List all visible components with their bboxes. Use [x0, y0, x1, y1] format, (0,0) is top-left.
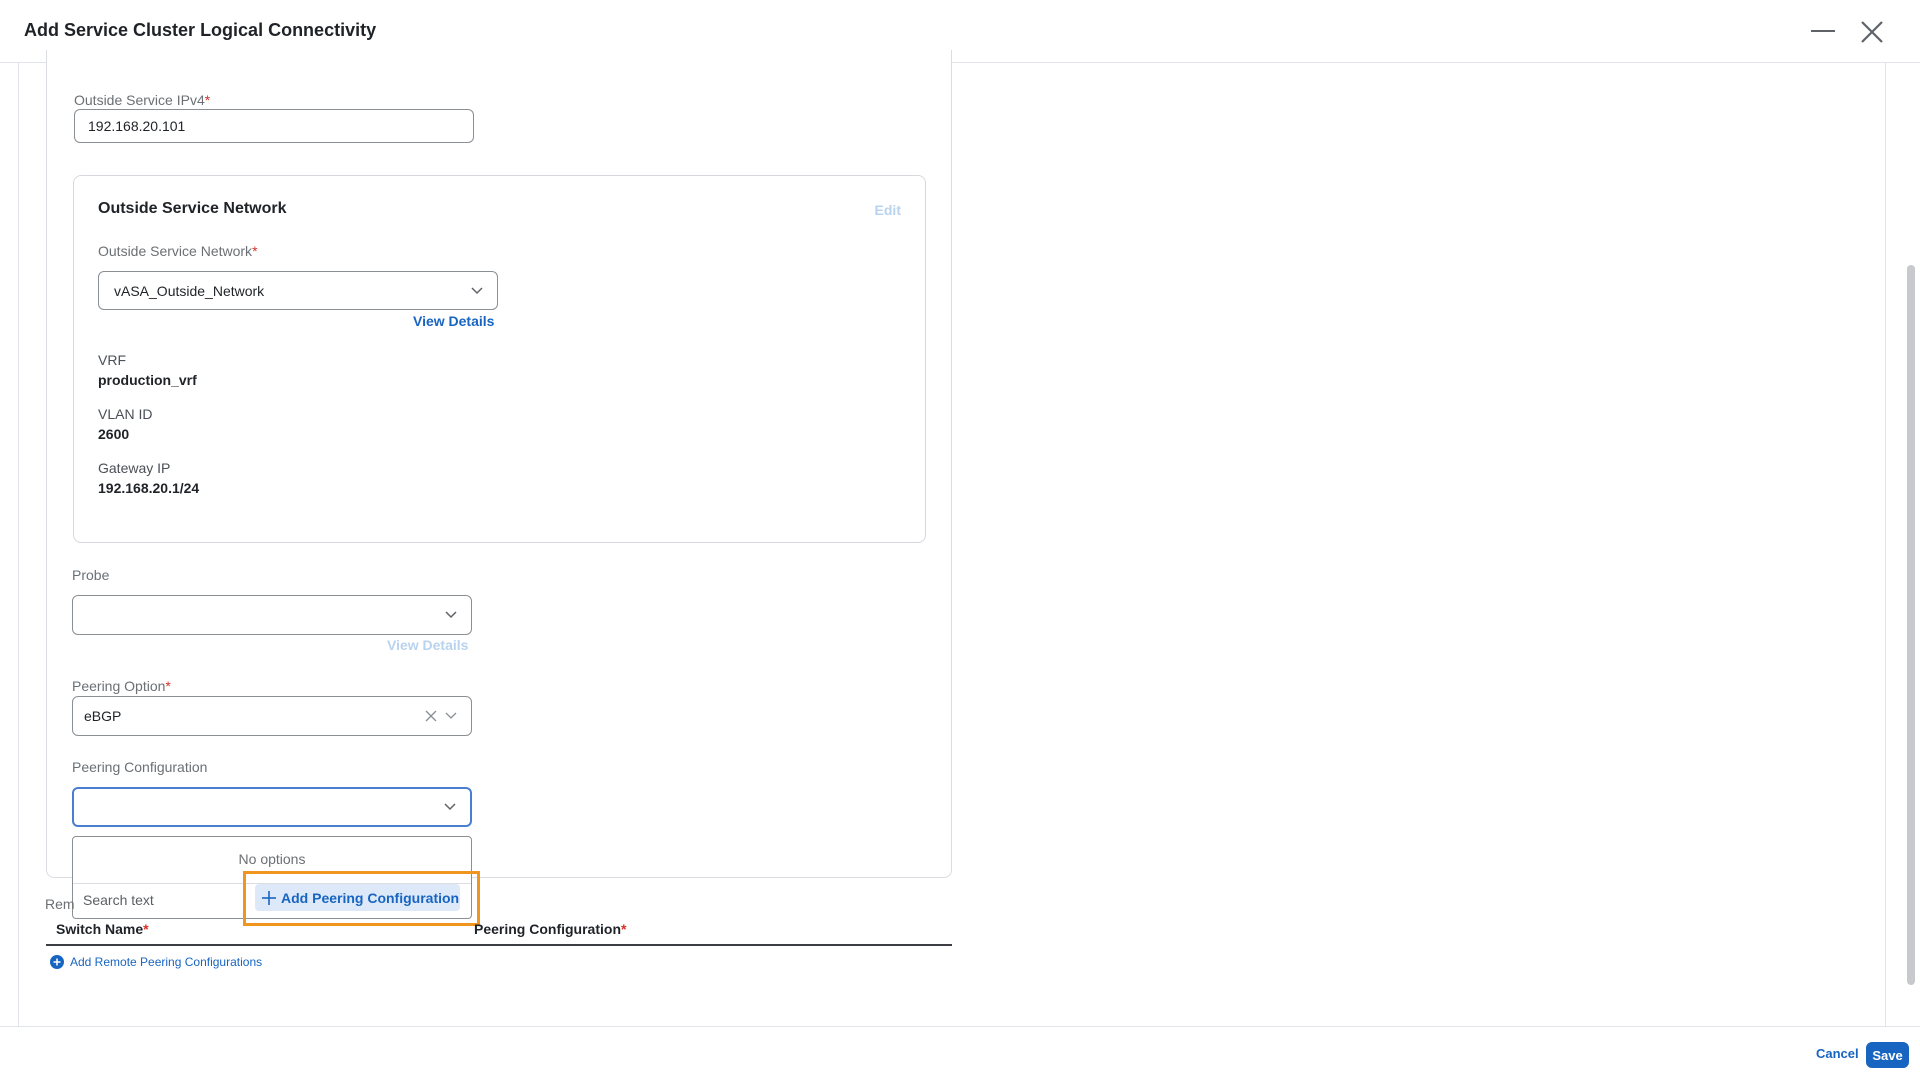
peering-option-label: Peering Option*: [72, 678, 171, 694]
content-right-border: [1885, 63, 1886, 1026]
outside-service-ipv4-label: Outside Service IPv4*: [74, 92, 210, 108]
vrf-label: VRF: [98, 352, 126, 368]
required-marker: *: [143, 921, 149, 937]
column-header-peering-configuration: Peering Configuration*: [474, 921, 626, 937]
vrf-value: production_vrf: [98, 372, 197, 388]
close-icon: [1861, 21, 1883, 43]
scrollbar-thumb[interactable]: [1907, 265, 1915, 985]
plus-icon: [262, 890, 276, 905]
vlan-id-label: VLAN ID: [98, 406, 153, 422]
peering-configuration-header-text: Peering Configuration: [474, 921, 621, 937]
peering-option-value: eBGP: [84, 708, 122, 724]
add-remote-peering-link[interactable]: Add Remote Peering Configurations: [50, 955, 262, 969]
peering-configuration-select[interactable]: [72, 787, 472, 827]
dialog-footer: Cancel Save: [0, 1026, 1920, 1080]
switch-name-header-text: Switch Name: [56, 921, 144, 937]
peering-option-label-text: Peering Option: [72, 678, 166, 694]
peering-configuration-label: Peering Configuration: [72, 759, 208, 775]
required-marker: *: [165, 678, 171, 694]
remote-peering-section-label: Rem: [45, 896, 75, 912]
chevron-down-icon: [445, 611, 457, 619]
probe-select[interactable]: [72, 595, 472, 635]
clear-icon[interactable]: [425, 710, 437, 722]
vlan-id-value: 2600: [98, 426, 130, 442]
edit-link[interactable]: Edit: [875, 202, 901, 218]
required-marker: *: [204, 92, 211, 108]
minimize-button[interactable]: [1808, 18, 1838, 44]
required-marker: *: [252, 243, 258, 259]
cancel-button[interactable]: Cancel: [1816, 1046, 1859, 1061]
view-details-link[interactable]: View Details: [413, 313, 494, 329]
content-left-border: [18, 63, 19, 1026]
add-peering-configuration-label: Add Peering Configuration: [281, 889, 460, 906]
required-marker: *: [621, 921, 627, 937]
peering-option-select[interactable]: eBGP: [72, 696, 472, 736]
outside-service-network-label: Outside Service Network*: [98, 243, 258, 259]
chevron-down-icon: [445, 712, 457, 719]
outside-service-network-select[interactable]: vASA_Outside_Network: [98, 271, 498, 310]
add-remote-peering-label: Add Remote Peering Configurations: [70, 955, 263, 969]
column-header-switch-name: Switch Name*: [56, 921, 149, 937]
chevron-down-icon: [471, 286, 483, 294]
dialog-title: Add Service Cluster Logical Connectivity: [24, 20, 377, 40]
probe-label: Probe: [72, 567, 110, 583]
chevron-down-icon: [444, 803, 456, 811]
gateway-ip-value: 192.168.20.1/24: [98, 480, 200, 496]
close-button[interactable]: [1857, 17, 1887, 47]
outside-service-ipv4-input[interactable]: 192.168.20.101: [74, 109, 474, 143]
outside-service-network-value: vASA_Outside_Network: [114, 282, 265, 299]
table-header-divider: [46, 944, 952, 946]
outside-service-ipv4-label-text: Outside Service IPv4: [74, 92, 205, 108]
outside-service-network-title: Outside Service Network: [98, 200, 287, 217]
search-input[interactable]: Search text: [83, 892, 154, 908]
probe-view-details-link[interactable]: View Details: [387, 637, 468, 653]
add-peering-configuration-button[interactable]: Add Peering Configuration: [255, 884, 460, 911]
plus-circle-icon: [50, 955, 64, 969]
save-button[interactable]: Save: [1866, 1042, 1909, 1068]
outside-service-network-label-text: Outside Service Network: [98, 243, 253, 259]
no-options-text: No options: [238, 851, 306, 867]
gateway-ip-label: Gateway IP: [98, 460, 171, 476]
minimize-icon: [1811, 30, 1835, 32]
outside-service-network-card: Outside Service Network Edit: [73, 175, 926, 543]
